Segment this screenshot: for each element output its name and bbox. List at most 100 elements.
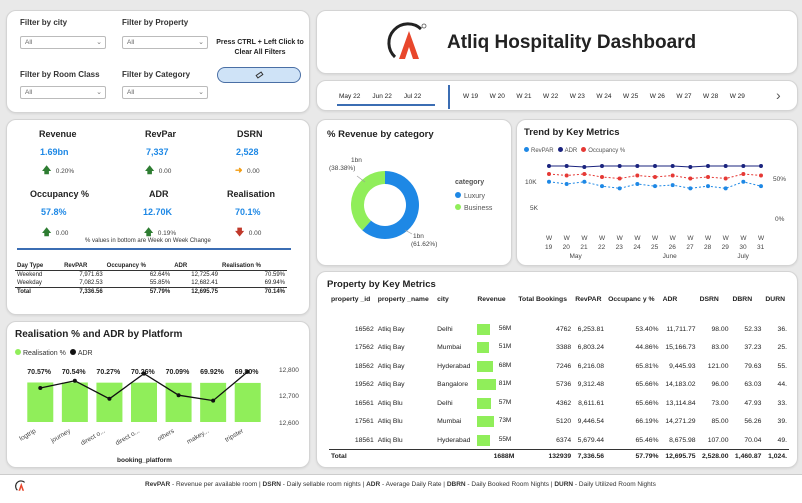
adr-point[interactable] (38, 386, 43, 390)
timeline-month[interactable]: Jun 22 (372, 93, 392, 100)
x-tick-w: W (758, 235, 765, 242)
revenue-databar-fill (477, 397, 491, 409)
trend-point[interactable] (582, 179, 587, 184)
adr-point[interactable] (211, 398, 216, 403)
table-header[interactable]: Total Bookings (516, 294, 573, 320)
adr-point[interactable] (245, 369, 250, 374)
timeline-next-chevron-icon[interactable]: › (776, 87, 781, 103)
trend-point[interactable] (653, 175, 657, 179)
timeline-week[interactable]: W 22 (543, 93, 558, 100)
header-card: Atliq Hospitality Dashboard (316, 10, 798, 74)
timeline-week[interactable]: W 20 (490, 93, 505, 100)
adr-point[interactable] (72, 378, 77, 383)
platform-bar[interactable] (131, 382, 157, 422)
table-header[interactable]: property _id (329, 294, 376, 320)
timeline-week[interactable]: W 27 (676, 93, 691, 100)
timeline-week[interactable]: W 26 (650, 93, 665, 100)
table-header[interactable]: property _name (376, 294, 435, 320)
trend-point[interactable] (564, 164, 569, 168)
trend-point[interactable] (617, 186, 622, 191)
trend-point[interactable] (706, 175, 710, 179)
table-header[interactable]: DURN (763, 294, 789, 320)
adr-point[interactable] (142, 371, 146, 376)
arrow-down-icon: 🡇 (235, 227, 245, 237)
trend-point[interactable] (741, 164, 746, 168)
trend-point[interactable] (741, 179, 746, 184)
adr-point[interactable] (176, 393, 181, 398)
trend-point[interactable] (564, 181, 569, 186)
trend-point[interactable] (635, 164, 640, 168)
timeline-week[interactable]: W 28 (703, 93, 718, 100)
timeline-month[interactable]: May 22 (339, 93, 360, 100)
table-header[interactable]: city (435, 294, 475, 320)
adr-point[interactable] (107, 396, 112, 401)
timeline-week[interactable]: W 19 (463, 93, 478, 100)
platform-bar[interactable] (96, 382, 123, 422)
trend-point[interactable] (723, 186, 728, 191)
x-tick-w: W (740, 235, 747, 242)
trend-point[interactable] (670, 164, 675, 168)
platform-bar[interactable] (165, 382, 192, 422)
trend-point[interactable] (670, 183, 675, 188)
table-cell: Atliq Blu (377, 418, 403, 426)
revenue-kpi-title: Revenue (39, 129, 77, 139)
trend-point[interactable] (706, 184, 710, 189)
trend-point[interactable] (600, 175, 604, 179)
timeline-week[interactable]: W 29 (730, 93, 745, 100)
table-header[interactable]: RevPAR (573, 294, 606, 320)
trend-point[interactable] (723, 164, 728, 168)
table-header[interactable]: DSRN (698, 294, 731, 320)
trend-point[interactable] (688, 186, 693, 191)
revenue-by-category-card: % Revenue by category 1bn (38.38%) 1bn (61.… (316, 119, 512, 266)
table-header[interactable]: Occupanc y % (606, 294, 661, 320)
trend-point[interactable] (547, 172, 551, 176)
trend-point[interactable] (547, 179, 551, 184)
chevron-down-icon: ⌄ (198, 89, 204, 96)
trend-point[interactable] (600, 164, 604, 168)
trend-point[interactable] (759, 164, 763, 168)
trend-point[interactable] (706, 164, 710, 168)
trend-point[interactable] (635, 173, 640, 178)
trend-point[interactable] (617, 164, 622, 168)
y-tick-right: 50% (773, 176, 786, 183)
table-header[interactable]: DBRN (730, 294, 763, 320)
trend-point[interactable] (653, 164, 657, 168)
table-cell: 25. (777, 344, 787, 352)
trend-point[interactable] (564, 173, 569, 178)
platform-bar[interactable] (61, 382, 88, 422)
timeline-week[interactable]: W 24 (596, 93, 611, 100)
trend-point[interactable] (688, 176, 693, 181)
trend-point[interactable] (723, 176, 728, 181)
timeline-week[interactable]: W 23 (570, 93, 585, 100)
trend-point[interactable] (635, 181, 640, 186)
trend-point[interactable] (653, 184, 657, 189)
footer-term: DURN (554, 481, 574, 488)
trend-point[interactable] (547, 164, 551, 168)
timeline-month[interactable]: Jul 22 (404, 93, 421, 100)
donut-slice-business[interactable] (351, 171, 385, 231)
trend-point[interactable] (582, 165, 587, 169)
property-filter-dropdown[interactable]: All ⌄ (122, 36, 208, 49)
city-filter-dropdown[interactable]: All ⌄ (20, 36, 106, 49)
table-header[interactable]: Revenue (475, 294, 516, 320)
table-header[interactable]: ADR (661, 294, 698, 320)
arrow-up-icon: 🡅 (144, 227, 154, 237)
trend-point[interactable] (688, 165, 693, 169)
trend-point[interactable] (670, 173, 675, 178)
revenue-value: 73M (498, 417, 512, 425)
table-cell: 12,682.41 (191, 280, 218, 286)
trend-point[interactable] (741, 172, 746, 176)
legend-item-luxury[interactable]: Luxury (455, 192, 492, 200)
room-class-filter-dropdown[interactable]: All ⌄ (20, 86, 106, 99)
legend-item-business[interactable]: Business (455, 204, 492, 212)
trend-point[interactable] (617, 176, 622, 181)
timeline-week[interactable]: W 21 (516, 93, 531, 100)
trend-point[interactable] (582, 172, 587, 176)
clear-filters-button[interactable] (217, 67, 301, 83)
category-filter-dropdown[interactable]: All ⌄ (122, 86, 208, 99)
platform-bar[interactable] (234, 382, 261, 422)
trend-point[interactable] (759, 184, 763, 189)
trend-point[interactable] (600, 184, 604, 189)
trend-point[interactable] (759, 173, 763, 178)
timeline-week[interactable]: W 25 (623, 93, 638, 100)
